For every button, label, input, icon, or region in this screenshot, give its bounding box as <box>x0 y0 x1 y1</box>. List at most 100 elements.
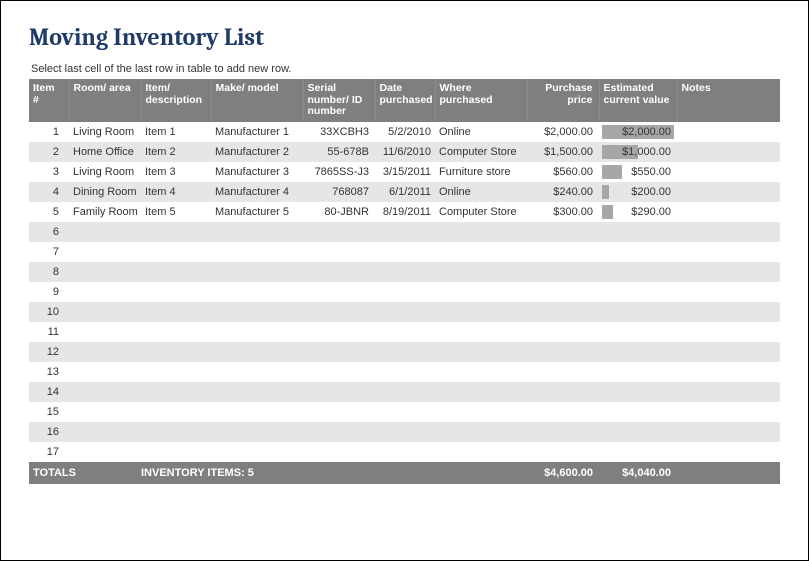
cell-value[interactable]: $290.00 <box>599 202 677 222</box>
cell-make[interactable]: Manufacturer 5 <box>211 202 303 222</box>
totals-count: INVENTORY ITEMS: 5 <box>141 462 527 484</box>
cell-item-no[interactable]: 15 <box>29 402 69 422</box>
cell-room[interactable]: Dining Room <box>69 182 141 202</box>
col-where[interactable]: Where purchased <box>435 79 527 122</box>
cell-item-no[interactable]: 11 <box>29 322 69 342</box>
totals-notes <box>677 462 780 484</box>
totals-value: $4,040.00 <box>599 462 677 484</box>
cell-desc[interactable]: Item 1 <box>141 122 211 142</box>
cell-notes[interactable] <box>677 202 780 222</box>
cell-room[interactable]: Family Room <box>69 202 141 222</box>
cell-serial[interactable]: 7865SS-J3 <box>303 162 375 182</box>
cell-where[interactable]: Online <box>435 122 527 142</box>
table-row[interactable]: 11 <box>29 322 780 342</box>
table-row[interactable]: 16 <box>29 422 780 442</box>
cell-desc[interactable]: Item 4 <box>141 182 211 202</box>
table-row[interactable]: 10 <box>29 302 780 322</box>
col-serial[interactable]: Serial number/ ID number <box>303 79 375 122</box>
cell-price[interactable]: $2,000.00 <box>527 122 599 142</box>
cell-item-no[interactable]: 14 <box>29 382 69 402</box>
cell-make[interactable]: Manufacturer 4 <box>211 182 303 202</box>
cell-item-no[interactable]: 12 <box>29 342 69 362</box>
cell-item-no[interactable]: 10 <box>29 302 69 322</box>
table-row[interactable]: 12 <box>29 342 780 362</box>
cell-where[interactable]: Computer Store <box>435 202 527 222</box>
cell-item-no[interactable]: 17 <box>29 442 69 462</box>
table-row[interactable]: 13 <box>29 362 780 382</box>
inventory-table: Item # Room/ area Item/ description Make… <box>29 79 780 484</box>
cell-desc[interactable]: Item 5 <box>141 202 211 222</box>
cell-where[interactable]: Online <box>435 182 527 202</box>
cell-item-no[interactable]: 2 <box>29 142 69 162</box>
cell-date[interactable]: 11/6/2010 <box>375 142 435 162</box>
cell-notes[interactable] <box>677 122 780 142</box>
table-row[interactable]: 9 <box>29 282 780 302</box>
cell-room[interactable]: Home Office <box>69 142 141 162</box>
cell-item-no[interactable]: 4 <box>29 182 69 202</box>
cell-room[interactable]: Living Room <box>69 162 141 182</box>
cell-item-no[interactable]: 3 <box>29 162 69 182</box>
cell-item-no[interactable]: 1 <box>29 122 69 142</box>
table-header-row: Item # Room/ area Item/ description Make… <box>29 79 780 122</box>
cell-item-no[interactable]: 6 <box>29 222 69 242</box>
table-row[interactable]: 7 <box>29 242 780 262</box>
col-make[interactable]: Make/ model <box>211 79 303 122</box>
totals-row: TOTALS INVENTORY ITEMS: 5 $4,600.00 $4,0… <box>29 462 780 484</box>
table-row[interactable]: 1Living RoomItem 1Manufacturer 133XCBH35… <box>29 122 780 142</box>
cell-where[interactable]: Furniture store <box>435 162 527 182</box>
cell-item-no[interactable]: 13 <box>29 362 69 382</box>
cell-notes[interactable] <box>677 162 780 182</box>
col-item-no[interactable]: Item # <box>29 79 69 122</box>
cell-make[interactable]: Manufacturer 1 <box>211 122 303 142</box>
table-row[interactable]: 15 <box>29 402 780 422</box>
cell-price[interactable]: $240.00 <box>527 182 599 202</box>
page-title: Moving Inventory List <box>29 23 780 51</box>
cell-serial[interactable]: 768087 <box>303 182 375 202</box>
cell-serial[interactable]: 80-JBNR <box>303 202 375 222</box>
table-instruction: Select last cell of the last row in tabl… <box>29 63 780 75</box>
cell-price[interactable]: $1,500.00 <box>527 142 599 162</box>
cell-make[interactable]: Manufacturer 3 <box>211 162 303 182</box>
cell-desc[interactable]: Item 3 <box>141 162 211 182</box>
cell-make[interactable]: Manufacturer 2 <box>211 142 303 162</box>
cell-date[interactable]: 3/15/2011 <box>375 162 435 182</box>
col-desc[interactable]: Item/ description <box>141 79 211 122</box>
totals-price: $4,600.00 <box>527 462 599 484</box>
table-row[interactable]: 2Home OfficeItem 2Manufacturer 255-678B1… <box>29 142 780 162</box>
table-row[interactable]: 4Dining RoomItem 4Manufacturer 47680876/… <box>29 182 780 202</box>
cell-value[interactable]: $1,000.00 <box>599 142 677 162</box>
col-room[interactable]: Room/ area <box>69 79 141 122</box>
cell-date[interactable]: 6/1/2011 <box>375 182 435 202</box>
cell-item-no[interactable]: 9 <box>29 282 69 302</box>
cell-price[interactable]: $300.00 <box>527 202 599 222</box>
cell-item-no[interactable]: 7 <box>29 242 69 262</box>
col-value[interactable]: Estimated current value <box>599 79 677 122</box>
table-row[interactable]: 8 <box>29 262 780 282</box>
cell-item-no[interactable]: 8 <box>29 262 69 282</box>
cell-where[interactable]: Computer Store <box>435 142 527 162</box>
col-notes[interactable]: Notes <box>677 79 780 122</box>
col-date[interactable]: Date purchased <box>375 79 435 122</box>
totals-label: TOTALS <box>29 462 141 484</box>
cell-value[interactable]: $550.00 <box>599 162 677 182</box>
cell-date[interactable]: 5/2/2010 <box>375 122 435 142</box>
cell-item-no[interactable]: 5 <box>29 202 69 222</box>
cell-notes[interactable] <box>677 142 780 162</box>
cell-notes[interactable] <box>677 182 780 202</box>
cell-value[interactable]: $2,000.00 <box>599 122 677 142</box>
cell-price[interactable]: $560.00 <box>527 162 599 182</box>
col-price[interactable]: Purchase price <box>527 79 599 122</box>
table-row[interactable]: 5Family RoomItem 5Manufacturer 580-JBNR8… <box>29 202 780 222</box>
cell-item-no[interactable]: 16 <box>29 422 69 442</box>
cell-desc[interactable]: Item 2 <box>141 142 211 162</box>
cell-serial[interactable]: 33XCBH3 <box>303 122 375 142</box>
table-row[interactable]: 6 <box>29 222 780 242</box>
table-row[interactable]: 17 <box>29 442 780 462</box>
cell-value[interactable]: $200.00 <box>599 182 677 202</box>
table-body: 1Living RoomItem 1Manufacturer 133XCBH35… <box>29 122 780 462</box>
cell-date[interactable]: 8/19/2011 <box>375 202 435 222</box>
cell-serial[interactable]: 55-678B <box>303 142 375 162</box>
table-row[interactable]: 3Living RoomItem 3Manufacturer 37865SS-J… <box>29 162 780 182</box>
cell-room[interactable]: Living Room <box>69 122 141 142</box>
table-row[interactable]: 14 <box>29 382 780 402</box>
